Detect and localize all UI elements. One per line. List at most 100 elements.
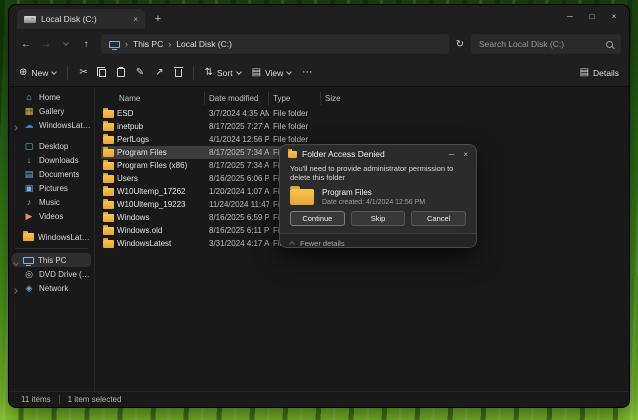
sidebar-item-this-pc[interactable]: This PC <box>12 253 91 267</box>
chevron-up-icon <box>289 241 295 247</box>
more-options-button[interactable]: ⋯ <box>302 68 312 78</box>
refresh-button[interactable]: ↻ <box>451 35 469 53</box>
file-explorer-window: Local Disk (C:) × + ─ □ × ← → ↑ › This P… <box>8 4 630 408</box>
forward-button[interactable]: → <box>37 35 55 53</box>
column-type[interactable]: Type <box>269 92 321 105</box>
sidebar-item-pictures[interactable]: ▣ Pictures <box>9 181 94 195</box>
folder-icon <box>103 110 114 118</box>
sidebar-item-videos[interactable]: ▶ Videos <box>9 209 94 223</box>
sidebar-item-home[interactable]: ⌂ Home <box>9 90 94 104</box>
dialog-close-button[interactable]: × <box>463 150 468 159</box>
details-button[interactable]: ▤ Details <box>580 68 619 78</box>
onedrive-cloud-icon: ☁ <box>23 121 35 130</box>
chevron-right-icon[interactable] <box>13 286 17 295</box>
window-controls: ─ □ × <box>559 8 625 24</box>
tab-local-disk-c[interactable]: Local Disk (C:) × <box>17 9 145 29</box>
dialog-minimize-button[interactable]: ─ <box>449 150 455 159</box>
sidebar-item-desktop[interactable]: ▢ Desktop <box>9 139 94 153</box>
recent-locations-chevron-icon[interactable] <box>57 35 75 53</box>
chevron-right-icon[interactable] <box>13 123 17 132</box>
sort-icon: ⇅ <box>205 68 213 78</box>
back-button[interactable]: ← <box>17 35 35 53</box>
delete-button[interactable] <box>175 69 182 77</box>
dialog-item-meta: Date created: 4/1/2024 12:56 PM <box>322 199 425 206</box>
view-button[interactable]: ▤ View <box>252 68 292 78</box>
trash-icon <box>175 69 182 77</box>
chevron-down-icon[interactable] <box>14 258 18 267</box>
home-icon: ⌂ <box>23 93 35 102</box>
view-label: View <box>265 68 283 78</box>
desktop-wallpaper: Local Disk (C:) × + ─ □ × ← → ↑ › This P… <box>0 0 638 420</box>
sidebar-item-music[interactable]: ♪ Music <box>9 195 94 209</box>
continue-button[interactable]: Continue <box>290 211 345 226</box>
chevron-down-icon <box>236 69 242 75</box>
close-button[interactable]: × <box>603 8 625 24</box>
folder-icon <box>103 214 114 222</box>
fewer-details-toggle[interactable]: Fewer details <box>280 233 476 248</box>
pictures-icon: ▣ <box>23 184 35 193</box>
folder-icon <box>103 175 114 183</box>
details-pane-icon: ▤ <box>580 68 589 78</box>
skip-button[interactable]: Skip <box>351 211 406 226</box>
share-icon: ↗ <box>155 68 163 78</box>
column-name[interactable]: Name <box>101 92 205 105</box>
search-placeholder: Search Local Disk (C:) <box>479 39 600 49</box>
dialog-titlebar[interactable]: Folder Access Denied ─ × <box>280 145 476 163</box>
folder-icon <box>103 123 114 131</box>
folder-icon <box>103 162 114 170</box>
search-input[interactable]: Search Local Disk (C:) <box>471 34 621 54</box>
status-bar: 11 items 1 item selected <box>9 391 629 407</box>
paste-button[interactable] <box>117 68 125 77</box>
breadcrumb-this-pc[interactable]: This PC <box>133 39 163 49</box>
breadcrumb[interactable]: › This PC › Local Disk (C:) <box>101 34 449 54</box>
drive-icon <box>24 16 36 23</box>
dvd-icon: ◎ <box>23 270 35 279</box>
folder-icon <box>103 240 114 248</box>
this-pc-icon <box>109 41 120 48</box>
tab-close-icon[interactable]: × <box>133 15 138 24</box>
navigation-pane: ⌂ Home ▦ Gallery ☁ WindowsLatest - Perso… <box>9 87 95 391</box>
dialog-buttons: Continue Skip Cancel <box>280 206 476 233</box>
folder-icon <box>288 151 297 158</box>
copy-button[interactable] <box>99 69 106 77</box>
paste-icon <box>117 68 125 77</box>
cut-button[interactable]: ✂ <box>79 68 87 78</box>
sidebar-item-downloads[interactable]: ↓ Downloads <box>9 153 94 167</box>
minimize-button[interactable]: ─ <box>559 8 581 24</box>
sidebar-gap <box>9 132 94 139</box>
file-row-inetpub[interactable]: inetpub 8/17/2025 7:27 AM File folder <box>101 120 361 133</box>
items-count: 11 items <box>21 395 51 404</box>
status-divider <box>59 395 60 404</box>
sidebar-item-onedrive[interactable]: ☁ WindowsLatest - Personal <box>9 118 94 132</box>
folder-icon <box>103 188 114 196</box>
folder-icon <box>103 227 114 235</box>
command-bar: ⊕ New ✂ ✎ ↗ ⇅ Sort ▤ View ⋯ <box>9 59 629 87</box>
cancel-button[interactable]: Cancel <box>411 211 466 226</box>
dialog-body: You'll need to provide administrator per… <box>280 163 476 206</box>
column-size[interactable]: Size <box>321 92 361 105</box>
more-icon: ⋯ <box>302 68 312 78</box>
details-label: Details <box>593 68 619 78</box>
column-headers: Name Date modified Type Size <box>101 89 629 107</box>
up-button[interactable]: ↑ <box>77 35 95 53</box>
new-tab-button[interactable]: + <box>150 11 166 27</box>
sidebar-item-documents[interactable]: ▤ Documents <box>9 167 94 181</box>
column-date-modified[interactable]: Date modified <box>205 92 269 105</box>
sidebar-item-network[interactable]: ◈ Network <box>9 281 94 295</box>
sort-label: Sort <box>217 68 233 78</box>
new-button[interactable]: ⊕ New <box>19 68 56 78</box>
dialog-item-name: Program Files <box>322 188 425 197</box>
file-row-esd[interactable]: ESD 3/7/2024 4:35 AM File folder <box>101 107 361 120</box>
sidebar-item-gallery[interactable]: ▦ Gallery <box>9 104 94 118</box>
downloads-icon: ↓ <box>23 156 35 165</box>
share-button[interactable]: ↗ <box>155 68 163 78</box>
rename-button[interactable]: ✎ <box>136 68 144 78</box>
sidebar-item-windowslatest[interactable]: WindowsLatest <box>9 230 94 244</box>
sidebar-item-dvd-drive[interactable]: ◎ DVD Drive (D:) CCC <box>9 267 94 281</box>
breadcrumb-local-disk[interactable]: Local Disk (C:) <box>176 39 232 49</box>
sort-button[interactable]: ⇅ Sort <box>205 68 241 78</box>
maximize-button[interactable]: □ <box>581 8 603 24</box>
music-icon: ♪ <box>23 198 35 207</box>
copy-icon <box>99 69 106 77</box>
folder-icon <box>103 149 114 157</box>
